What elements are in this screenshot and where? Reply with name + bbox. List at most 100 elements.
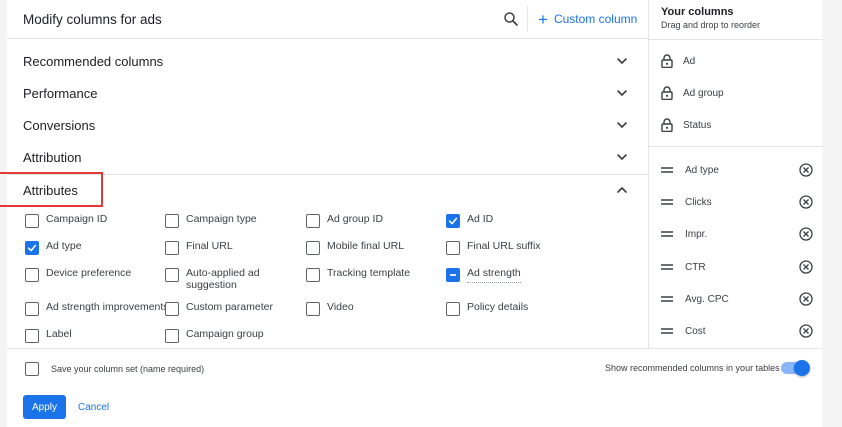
- checkbox-label: Label: [46, 328, 72, 340]
- selected-column-label: Clicks: [685, 196, 712, 208]
- your-columns-panel: Your columns Drag and drop to reorder Ad…: [648, 0, 823, 348]
- attr-checkbox-ad-group-id[interactable]: Ad group ID: [306, 213, 383, 228]
- selected-column-item[interactable]: Cost: [661, 323, 813, 339]
- chevron-up-icon[interactable]: [615, 183, 629, 197]
- checkbox[interactable]: [306, 268, 320, 282]
- attr-checkbox-campaign-group[interactable]: Campaign group: [165, 328, 264, 343]
- attr-checkbox-tracking-template[interactable]: Tracking template: [306, 267, 410, 282]
- locked-column-item: Status: [661, 118, 711, 132]
- checkbox[interactable]: [25, 268, 39, 282]
- recommended-columns-toggle[interactable]: [781, 360, 810, 376]
- attr-checkbox-campaign-id[interactable]: Campaign ID: [25, 213, 107, 228]
- chevron-down-icon[interactable]: [615, 150, 629, 164]
- minus-icon: [450, 274, 456, 276]
- drag-handle-icon[interactable]: [661, 230, 673, 238]
- search-icon[interactable]: [502, 10, 520, 28]
- section-attribution[interactable]: Attribution: [7, 141, 648, 173]
- section-label: Performance: [23, 86, 98, 101]
- section-label: Recommended columns: [23, 54, 164, 69]
- attr-checkbox-device-preference[interactable]: Device preference: [25, 267, 131, 282]
- chevron-down-icon[interactable]: [615, 54, 629, 68]
- save-column-set-checkbox[interactable]: Save your column set (name required): [25, 361, 204, 376]
- checkbox[interactable]: [25, 214, 39, 228]
- selected-column-item[interactable]: CTR: [661, 259, 813, 275]
- chevron-down-icon[interactable]: [615, 86, 629, 100]
- checkbox[interactable]: [25, 241, 39, 255]
- remove-circle-icon[interactable]: [799, 324, 813, 338]
- attr-checkbox-ad-type[interactable]: Ad type: [25, 240, 82, 255]
- custom-column-button[interactable]: + Custom column: [538, 10, 637, 28]
- selected-column-item[interactable]: Impr.: [661, 226, 813, 242]
- chevron-down-icon[interactable]: [615, 118, 629, 132]
- checkbox[interactable]: [165, 241, 179, 255]
- recommended-columns-label: Show recommended columns in your tables: [605, 363, 780, 373]
- checkbox[interactable]: [165, 268, 179, 282]
- cancel-button[interactable]: Cancel: [74, 395, 113, 419]
- attr-checkbox-ad-id[interactable]: Ad ID: [446, 213, 493, 228]
- custom-column-label: Custom column: [553, 12, 638, 26]
- checkbox-label: Ad ID: [467, 213, 494, 225]
- checkbox[interactable]: [25, 329, 39, 343]
- section-recommended-columns[interactable]: Recommended columns: [7, 45, 648, 77]
- locked-column-label: Ad group: [683, 87, 724, 99]
- checkbox[interactable]: [306, 241, 320, 255]
- checkbox-label: Ad group ID: [327, 213, 384, 225]
- remove-circle-icon[interactable]: [799, 227, 813, 241]
- divider: [7, 348, 822, 349]
- checkbox[interactable]: [446, 302, 460, 316]
- section-label: Conversions: [23, 118, 96, 133]
- attr-checkbox-final-url[interactable]: Final URL: [165, 240, 233, 255]
- attr-checkbox-ad-strength-improvements[interactable]: Ad strength improvements: [25, 301, 169, 316]
- drag-handle-icon[interactable]: [661, 166, 673, 174]
- page-title: Modify columns for ads: [23, 12, 162, 27]
- attr-checkbox-custom-parameter[interactable]: Custom parameter: [165, 301, 273, 316]
- checkbox-label: Device preference: [46, 267, 132, 279]
- apply-button[interactable]: Apply: [23, 395, 66, 419]
- checkbox-label: Video: [327, 301, 354, 313]
- header: Modify columns for ads + Custom column: [7, 0, 648, 39]
- drag-handle-icon[interactable]: [661, 263, 673, 271]
- attr-checkbox-label[interactable]: Label: [25, 328, 72, 343]
- attr-checkbox-final-url-suffix[interactable]: Final URL suffix: [446, 240, 541, 255]
- plus-icon: +: [538, 9, 548, 29]
- locked-column-label: Ad: [683, 55, 696, 67]
- section-conversions[interactable]: Conversions: [7, 109, 648, 141]
- checkbox[interactable]: [306, 302, 320, 316]
- checkbox[interactable]: [306, 214, 320, 228]
- remove-circle-icon[interactable]: [799, 260, 813, 274]
- attr-checkbox-campaign-type[interactable]: Campaign type: [165, 213, 257, 228]
- attr-checkbox-ad-strength[interactable]: Ad strength: [446, 267, 521, 283]
- section-performance[interactable]: Performance: [7, 77, 648, 109]
- attr-checkbox-policy-details[interactable]: Policy details: [446, 301, 528, 316]
- selected-column-item[interactable]: Clicks: [661, 194, 813, 210]
- section-attributes[interactable]: Attributes: [7, 174, 648, 206]
- remove-circle-icon[interactable]: [799, 163, 813, 177]
- attr-checkbox-video[interactable]: Video: [306, 301, 354, 316]
- checkbox[interactable]: [165, 214, 179, 228]
- divider: [527, 6, 528, 32]
- checkbox-label: Campaign group: [186, 328, 264, 340]
- checkbox[interactable]: [25, 362, 39, 376]
- lock-icon: [661, 118, 673, 132]
- checkbox-label: Tracking template: [327, 267, 411, 279]
- attr-checkbox-auto-applied-ad-suggestion[interactable]: Auto-applied ad suggestion: [165, 267, 271, 291]
- checkbox[interactable]: [165, 329, 179, 343]
- selected-column-label: Cost: [685, 325, 706, 337]
- checkbox[interactable]: [446, 214, 460, 228]
- remove-circle-icon[interactable]: [799, 195, 813, 209]
- drag-handle-icon[interactable]: [661, 198, 673, 206]
- checkbox[interactable]: [446, 241, 460, 255]
- remove-circle-icon[interactable]: [799, 292, 813, 306]
- check-icon: [448, 217, 458, 225]
- selected-column-item[interactable]: Ad type: [661, 162, 813, 178]
- attr-checkbox-mobile-final-url[interactable]: Mobile final URL: [306, 240, 404, 255]
- selected-column-item[interactable]: Avg. CPC: [661, 291, 813, 307]
- locked-column-label: Status: [683, 119, 712, 131]
- checkbox[interactable]: [165, 302, 179, 316]
- drag-handle-icon[interactable]: [661, 295, 673, 303]
- checkbox[interactable]: [446, 268, 460, 282]
- checkbox-label: Final URL: [186, 240, 233, 252]
- drag-handle-icon[interactable]: [661, 327, 673, 335]
- checkbox[interactable]: [25, 302, 39, 316]
- locked-column-item: Ad: [661, 54, 695, 68]
